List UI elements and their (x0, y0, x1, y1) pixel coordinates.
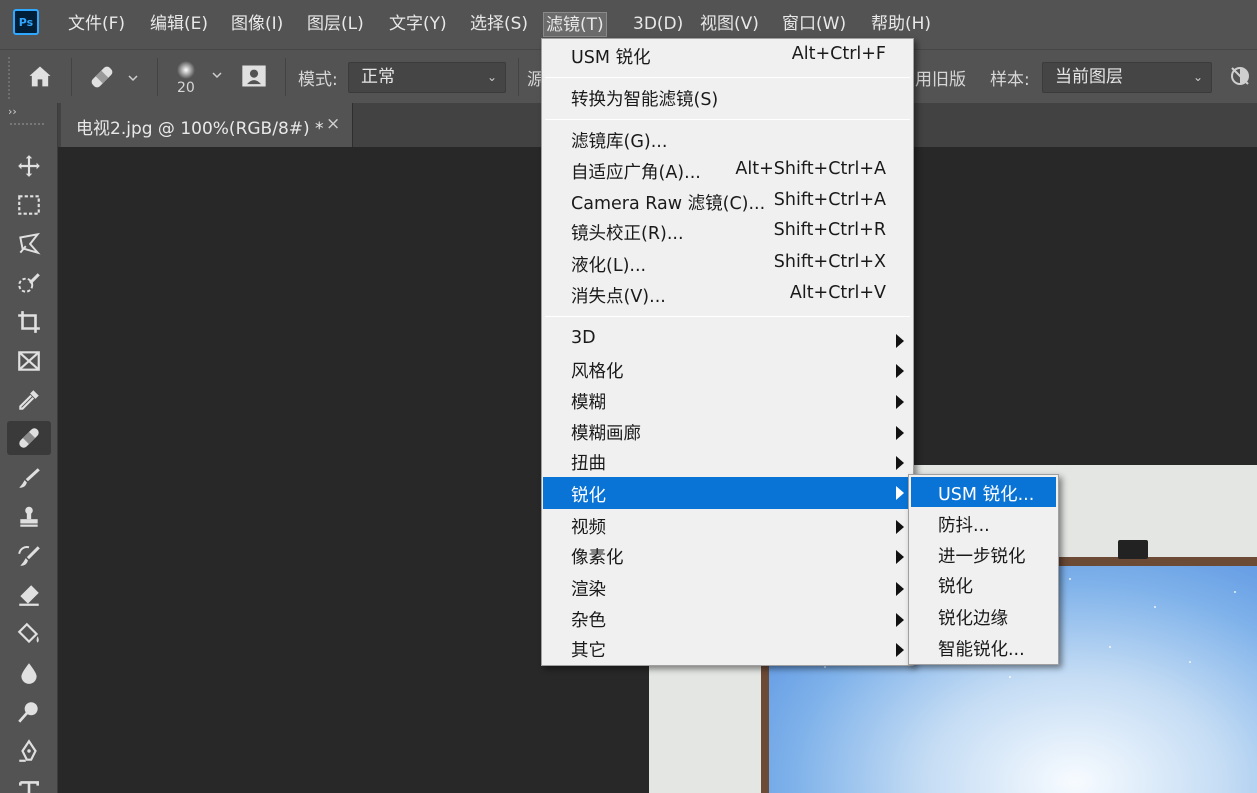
submenu-item-sharpen[interactable]: 锐化 (911, 569, 1056, 599)
menu-select[interactable]: 选择(S) (468, 12, 530, 37)
quick-select-icon[interactable] (7, 266, 51, 300)
move-icon[interactable] (7, 149, 51, 183)
type-icon[interactable] (7, 773, 51, 793)
healing-brush-icon[interactable] (7, 421, 51, 455)
menu-item-video[interactable]: 视频 (543, 511, 912, 541)
menu-item-blur-gallery[interactable]: 模糊画廊 (543, 417, 912, 447)
menu-item-distort[interactable]: 扭曲 (543, 447, 912, 477)
menu-item-3d[interactable]: 3D (543, 325, 912, 355)
toolbar-collapse-icon[interactable]: ›› (8, 105, 17, 118)
menu-window[interactable]: 窗口(W) (780, 12, 848, 37)
tool-preset-icon[interactable] (88, 62, 138, 92)
menu-item-convert-smart-filter[interactable]: 转换为智能滤镜(S) (543, 83, 912, 113)
source-aligned-icon[interactable] (240, 62, 270, 92)
chevron-down-icon: ⌄ (486, 70, 497, 84)
menu-item-stylize[interactable]: 风格化 (543, 355, 912, 385)
use-legacy-label[interactable]: 用旧版 (915, 65, 966, 90)
brush-icon[interactable] (7, 461, 51, 495)
menu-image[interactable]: 图像(I) (229, 12, 285, 37)
marquee-icon[interactable] (7, 188, 51, 222)
submenu-arrow-icon (896, 613, 904, 627)
options-grip[interactable] (8, 57, 12, 99)
submenu-arrow-icon (896, 395, 904, 409)
submenu-arrow-icon (896, 486, 904, 500)
menu-type[interactable]: 文字(Y) (387, 12, 449, 37)
filter-menu-dropdown: USM 锐化 Alt+Ctrl+F 转换为智能滤镜(S) 滤镜库(G)... 自… (541, 38, 914, 666)
submenu-item-shake-reduction[interactable]: 防抖... (911, 508, 1056, 538)
menu-item-render[interactable]: 渲染 (543, 573, 912, 603)
submenu-item-sharpen-more[interactable]: 进一步锐化 (911, 539, 1056, 569)
submenu-arrow-icon (896, 426, 904, 440)
pen-icon[interactable] (7, 734, 51, 768)
menu-item-camera-raw[interactable]: Camera Raw 滤镜(C)... Shift+Ctrl+A (543, 187, 912, 217)
eraser-icon[interactable] (7, 578, 51, 612)
submenu-arrow-icon (896, 364, 904, 378)
sample-label: 样本: (990, 70, 1030, 90)
clone-stamp-icon[interactable] (7, 500, 51, 534)
toolbar-grip[interactable] (10, 123, 44, 127)
menu-edit[interactable]: 编辑(E) (148, 12, 210, 37)
submenu-arrow-icon (896, 334, 904, 348)
menu-item-vanishing-point[interactable]: 消失点(V)... Alt+Ctrl+V (543, 280, 912, 310)
paint-bucket-icon[interactable] (7, 617, 51, 651)
submenu-arrow-icon (896, 520, 904, 534)
menu-item-blur[interactable]: 模糊 (543, 386, 912, 416)
ignore-adjustment-layers-icon[interactable] (1228, 64, 1254, 90)
menu-filter[interactable]: 滤镜(T) (543, 12, 607, 37)
submenu-arrow-icon (896, 582, 904, 596)
mode-label: 模式: (298, 70, 338, 90)
mode-value: 正常 (361, 67, 395, 87)
tools-panel: ›› (0, 103, 58, 793)
close-icon[interactable]: × (326, 114, 340, 134)
sharpen-submenu: USM 锐化... 防抖... 进一步锐化 锐化 锐化边缘 智能锐化... (908, 474, 1059, 665)
frame-icon[interactable] (7, 344, 51, 378)
menu-layer[interactable]: 图层(L) (305, 12, 366, 37)
tv-camera (1118, 540, 1148, 559)
menu-view[interactable]: 视图(V) (698, 12, 761, 37)
mode-select[interactable]: 正常 ⌄ (348, 62, 506, 93)
sample-select[interactable]: 当前图层 ⌄ (1042, 62, 1212, 93)
menu-3d[interactable]: 3D(D) (631, 12, 685, 37)
submenu-arrow-icon (896, 456, 904, 470)
menu-help[interactable]: 帮助(H) (869, 12, 933, 37)
menu-item-liquify[interactable]: 液化(L)... Shift+Ctrl+X (543, 249, 912, 279)
home-icon[interactable] (26, 63, 56, 91)
lasso-icon[interactable] (7, 227, 51, 261)
submenu-item-sharpen-edges[interactable]: 锐化边缘 (911, 601, 1056, 631)
menu-item-lens-correction[interactable]: 镜头校正(R)... Shift+Ctrl+R (543, 217, 912, 247)
dodge-icon[interactable] (7, 695, 51, 729)
menu-file[interactable]: 文件(F) (66, 12, 127, 37)
photoshop-logo: Ps (13, 9, 39, 35)
chevron-down-icon: ⌄ (1192, 70, 1203, 84)
menu-item-pixelate[interactable]: 像素化 (543, 541, 912, 571)
submenu-item-smart-sharpen[interactable]: 智能锐化... (911, 632, 1056, 662)
menu-item-other[interactable]: 其它 (543, 634, 912, 664)
brush-size-value: 20 (177, 80, 195, 96)
history-brush-icon[interactable] (7, 539, 51, 573)
submenu-arrow-icon (896, 550, 904, 564)
eyedropper-icon[interactable] (7, 383, 51, 417)
menu-item-filter-gallery[interactable]: 滤镜库(G)... (543, 125, 912, 155)
blur-icon[interactable] (7, 656, 51, 690)
document-tab[interactable]: 电视2.jpg @ 100%(RGB/8#) * × (61, 103, 353, 147)
crop-icon[interactable] (7, 305, 51, 339)
submenu-arrow-icon (896, 643, 904, 657)
sample-value: 当前图层 (1055, 67, 1123, 87)
submenu-item-unsharp-mask[interactable]: USM 锐化... (911, 477, 1056, 507)
menu-item-noise[interactable]: 杂色 (543, 604, 912, 634)
menu-item-adaptive-wide-angle[interactable]: 自适应广角(A)... Alt+Shift+Ctrl+A (543, 156, 912, 186)
menu-item-last-filter[interactable]: USM 锐化 Alt+Ctrl+F (543, 41, 912, 71)
document-tab-title: 电视2.jpg @ 100%(RGB/8#) * (76, 119, 324, 139)
menu-item-sharpen[interactable]: 锐化 (543, 477, 912, 509)
